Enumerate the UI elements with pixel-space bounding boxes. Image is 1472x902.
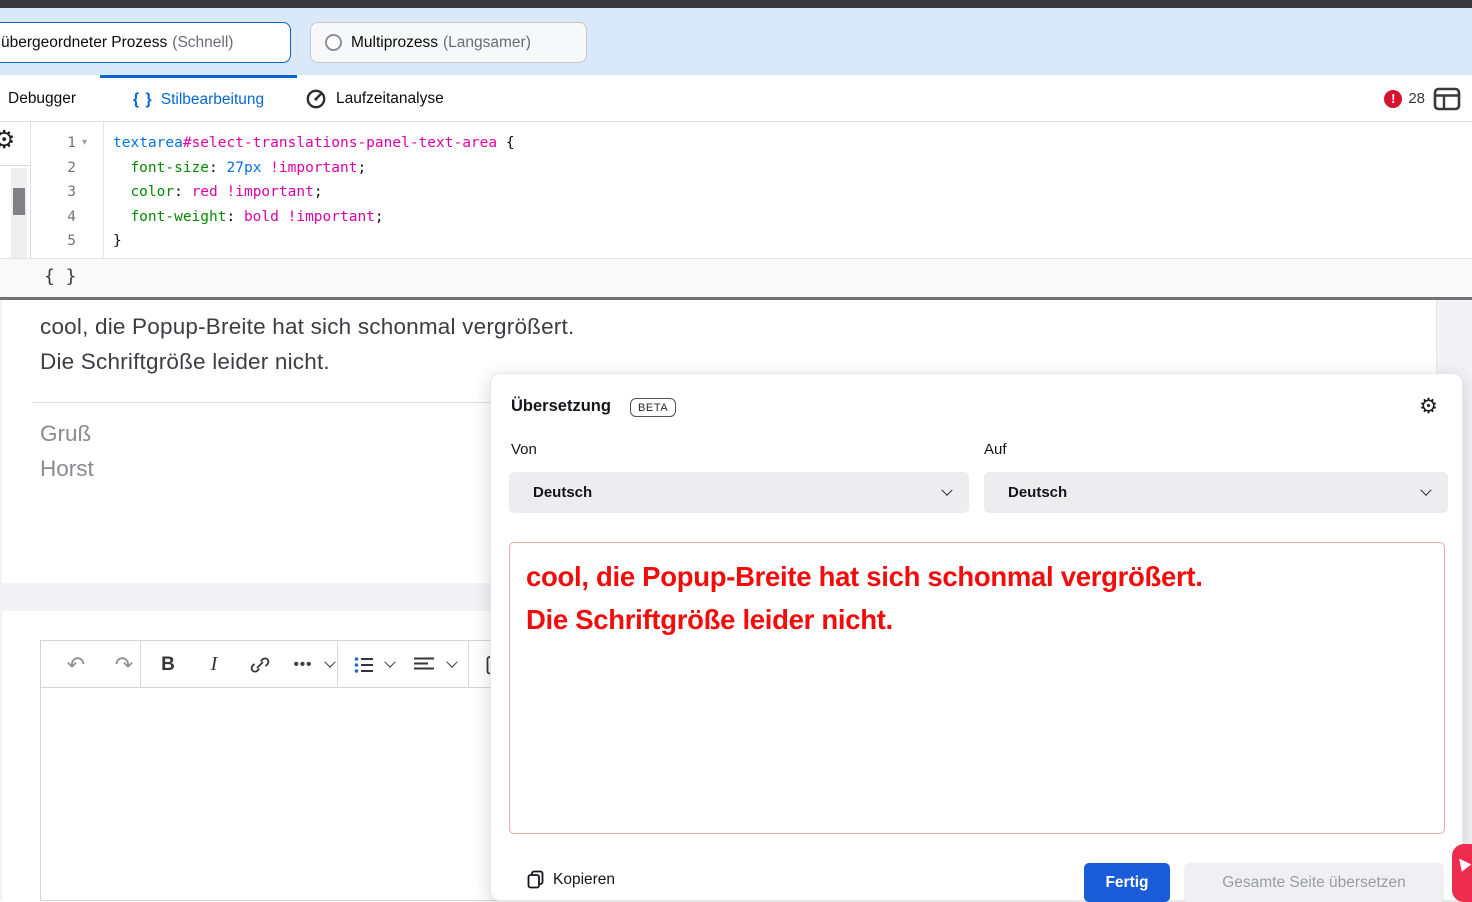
more-formatting-button[interactable]: ••• xyxy=(285,641,321,688)
chevron-down-icon xyxy=(324,656,335,667)
translation-popup: Übersetzung BETA ⚙ Von Auf Deutsch Deuts… xyxy=(490,373,1463,901)
chevron-down-icon xyxy=(446,656,457,667)
tab-debugger[interactable]: Debugger xyxy=(8,75,76,122)
gauge-icon xyxy=(305,88,327,110)
css-code-editor[interactable]: textarea#select-translations-panel-text-… xyxy=(113,131,515,254)
link-icon xyxy=(250,655,270,675)
translation-text-area[interactable]: cool, die Popup-Breite hat sich schonmal… xyxy=(509,542,1445,834)
code-fold-arrow-icon[interactable]: ▾ xyxy=(82,131,87,156)
to-language-select[interactable]: Deutsch xyxy=(984,472,1448,513)
translated-text-line: cool, die Popup-Breite hat sich schonmal… xyxy=(526,555,1428,598)
code-line[interactable]: font-size: 27px !important; xyxy=(113,156,515,181)
scrollbar-thumb[interactable] xyxy=(13,188,25,215)
code-line[interactable]: } xyxy=(113,229,515,254)
chevron-down-icon xyxy=(1420,484,1431,495)
copy-icon xyxy=(527,870,544,889)
more-options-icon: ••• xyxy=(294,656,313,673)
error-count-button[interactable]: ! 28 xyxy=(1384,90,1425,108)
divider xyxy=(337,641,338,688)
style-editor-footer: { } xyxy=(0,258,1472,297)
style-editor-panel: ⚙ 1 2 3 4 5 ▾ textarea#select-translatio… xyxy=(0,122,1472,258)
list-style-dropdown[interactable] xyxy=(379,641,401,688)
devtools-toolbar-right: ! 28 xyxy=(1384,75,1462,122)
stylesheet-list-scrollbar[interactable] xyxy=(11,168,27,258)
redo-icon: ↷ xyxy=(115,652,133,678)
tab-performance-label: Laufzeitanalyse xyxy=(336,90,444,108)
tab-style-editor[interactable]: { } Stilbearbeitung xyxy=(100,75,297,122)
redo-button[interactable]: ↷ xyxy=(103,641,145,688)
devtools-tab-bar: Debugger { } Stilbearbeitung Laufzeitana… xyxy=(0,75,1472,122)
align-icon xyxy=(414,656,434,674)
chevron-down-icon xyxy=(941,484,952,495)
radio-parent-process-label: übergeordneter Prozess xyxy=(1,34,167,52)
bold-button[interactable]: B xyxy=(149,641,187,688)
to-language-label: Auf xyxy=(984,441,1007,458)
from-language-label: Von xyxy=(511,441,537,458)
process-chooser-bar: übergeordneter Prozess (Schnell) Multipr… xyxy=(0,8,1472,75)
undo-button[interactable]: ↶ xyxy=(55,641,97,688)
translation-settings-gear-icon[interactable]: ⚙ xyxy=(1419,394,1438,419)
radio-parent-process[interactable]: übergeordneter Prozess (Schnell) xyxy=(0,22,291,63)
signature-line: Gruß xyxy=(40,421,91,447)
line-number: 3 xyxy=(40,180,76,205)
divider xyxy=(140,641,141,688)
chevron-down-icon xyxy=(384,656,395,667)
signature-line: Horst xyxy=(40,456,94,482)
tab-performance[interactable]: Laufzeitanalyse xyxy=(305,75,444,122)
tab-style-editor-label: Stilbearbeitung xyxy=(161,91,264,109)
bold-icon: B xyxy=(161,654,175,676)
from-language-select[interactable]: Deutsch xyxy=(509,472,969,513)
beta-badge: BETA xyxy=(630,398,676,417)
undo-icon: ↶ xyxy=(67,652,85,678)
split-console-icon[interactable] xyxy=(1432,86,1462,112)
radio-multiprocess-hint: (Langsamer) xyxy=(443,34,531,52)
tab-debugger-label: Debugger xyxy=(8,90,76,108)
italic-button[interactable]: I xyxy=(195,641,233,688)
line-number: 4 xyxy=(40,205,76,230)
italic-icon: I xyxy=(211,653,218,676)
radio-circle-icon[interactable] xyxy=(325,34,342,51)
insert-link-button[interactable] xyxy=(241,641,279,688)
line-number: 2 xyxy=(40,156,76,181)
to-language-value: Deutsch xyxy=(1008,484,1067,501)
popup-title: Übersetzung xyxy=(511,397,611,416)
code-line-numbers: 1 2 3 4 5 xyxy=(40,131,76,254)
radio-multiprocess-label: Multiprozess xyxy=(351,34,438,52)
divider xyxy=(0,165,30,166)
divider xyxy=(103,122,104,258)
translate-full-page-button[interactable]: Gesamte Seite übersetzen xyxy=(1184,863,1444,902)
bullet-list-icon xyxy=(354,656,374,674)
error-count-value: 28 xyxy=(1408,90,1425,107)
translated-text-line: Die Schriftgröße leider nicht. xyxy=(526,598,1428,641)
divider xyxy=(30,122,31,258)
error-icon: ! xyxy=(1384,90,1402,108)
at-rules-braces-label: { } xyxy=(44,266,77,287)
done-button[interactable]: Fertig xyxy=(1084,863,1170,902)
radio-parent-process-hint: (Schnell) xyxy=(172,34,233,52)
code-line[interactable]: textarea#select-translations-panel-text-… xyxy=(113,131,515,156)
style-editor-options-gear-icon[interactable]: ⚙ xyxy=(0,128,15,153)
divider xyxy=(468,641,469,688)
message-text-line: Die Schriftgröße leider nicht. xyxy=(40,349,330,375)
from-language-value: Deutsch xyxy=(533,484,592,501)
code-line[interactable]: font-weight: bold !important; xyxy=(113,205,515,230)
window-title-bar xyxy=(0,0,1472,8)
align-dropdown[interactable] xyxy=(441,641,463,688)
bullet-list-button[interactable] xyxy=(347,641,381,688)
braces-icon: { } xyxy=(133,91,153,109)
line-number: 1 xyxy=(40,131,76,156)
line-number: 5 xyxy=(40,229,76,254)
radio-multiprocess[interactable]: Multiprozess (Langsamer) xyxy=(310,22,587,63)
code-line[interactable]: color: red !important; xyxy=(113,180,515,205)
copy-button-label: Kopieren xyxy=(553,871,615,889)
message-text-line: cool, die Popup-Breite hat sich schonmal… xyxy=(40,314,574,340)
copy-button[interactable]: Kopieren xyxy=(527,870,615,889)
align-button[interactable] xyxy=(407,641,441,688)
